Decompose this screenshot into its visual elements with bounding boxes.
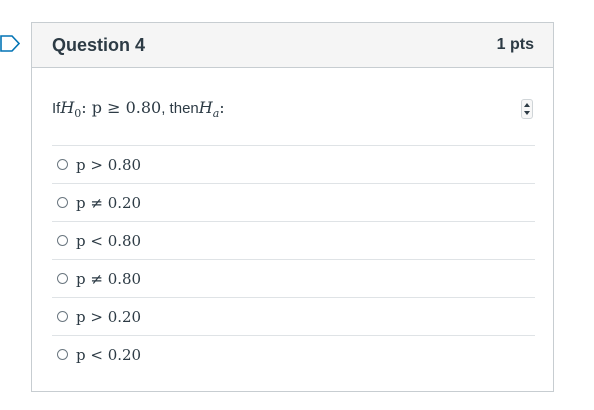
radio-button-icon[interactable] <box>57 311 68 322</box>
answer-option[interactable]: p < 0.80 <box>52 221 535 259</box>
radio-button-icon[interactable] <box>57 235 68 246</box>
answer-list: p > 0.80 p ≠ 0.20 p < 0.80 p ≠ 0.80 p > … <box>52 145 535 373</box>
question-prompt: If H0 : p ≥ 0.80 , then Ha : <box>52 98 225 120</box>
radio-button-icon[interactable] <box>57 159 68 170</box>
answer-text: p ≠ 0.80 <box>76 269 142 288</box>
prompt-ha: Ha <box>199 98 220 120</box>
prompt-middle: , then <box>161 100 199 117</box>
question-header: Question 4 1 pts <box>32 23 553 68</box>
answer-option[interactable]: p ≠ 0.20 <box>52 183 535 221</box>
bookmark-icon[interactable] <box>0 35 20 52</box>
answer-text: p ≠ 0.20 <box>76 193 142 212</box>
prompt-h0: H0 <box>60 98 81 120</box>
question-points: 1 pts <box>496 36 534 53</box>
answer-text: p > 0.80 <box>76 155 142 174</box>
answer-text: p < 0.80 <box>76 231 142 250</box>
answer-option[interactable]: p < 0.20 <box>52 335 535 373</box>
prompt-h0-expr: : p ≥ 0.80 <box>81 98 162 117</box>
up-down-arrows-icon[interactable] <box>521 99 533 119</box>
answer-option[interactable]: p > 0.80 <box>52 145 535 183</box>
answer-text: p < 0.20 <box>76 345 142 364</box>
radio-button-icon[interactable] <box>57 349 68 360</box>
question-card: Question 4 1 pts If H0 : p ≥ 0.80 , then… <box>31 22 554 392</box>
prompt-h0-sub: 0 <box>74 107 82 121</box>
prompt-h0-symbol: H <box>60 98 75 117</box>
answer-option[interactable]: p ≠ 0.80 <box>52 259 535 297</box>
prompt-ha-symbol: H <box>198 98 213 117</box>
prompt-end: : <box>219 98 225 117</box>
question-title: Question 4 <box>52 34 146 55</box>
answer-option[interactable]: p > 0.20 <box>52 297 535 335</box>
radio-button-icon[interactable] <box>57 273 68 284</box>
answer-text: p > 0.20 <box>76 307 142 326</box>
radio-button-icon[interactable] <box>57 197 68 208</box>
